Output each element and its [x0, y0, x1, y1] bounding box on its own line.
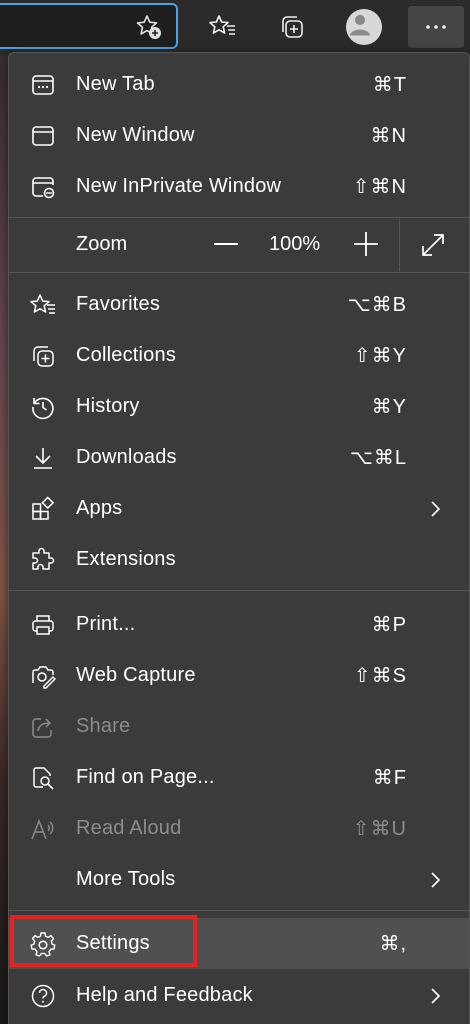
menu-item-more-tools[interactable]: More Tools [9, 854, 469, 905]
history-icon [29, 393, 57, 421]
menu-item-shortcut: ⌥⌘B [347, 294, 407, 316]
menu-item-find-on-page[interactable]: Find on Page... ⌘F [9, 752, 469, 803]
avatar [346, 9, 382, 45]
menu-item-share[interactable]: Share [9, 701, 469, 752]
zoom-control: Zoom 100% [9, 219, 469, 271]
menu-item-label: More Tools [76, 868, 176, 890]
new-tab-icon [29, 71, 57, 99]
menu-item-label: Web Capture [76, 664, 196, 686]
add-favorite-icon[interactable] [136, 14, 162, 40]
menu-item-shortcut: ⌘T [372, 74, 407, 96]
favorites-icon [29, 291, 57, 319]
zoom-divider [399, 219, 400, 271]
collections-icon [29, 342, 57, 370]
menu-item-label: Apps [76, 497, 123, 519]
extensions-icon [29, 546, 57, 574]
menu-item-shortcut: ⌘, [379, 933, 407, 955]
menu-item-label: Share [76, 715, 131, 737]
web-capture-icon [29, 662, 57, 690]
share-icon [29, 713, 57, 741]
menu-item-new-tab[interactable]: New Tab ⌘T [9, 59, 469, 110]
menu-item-label: New InPrivate Window [76, 175, 282, 197]
menu-item-label: Help and Feedback [76, 984, 253, 1006]
fullscreen-icon[interactable] [419, 231, 447, 259]
menu-item-label: Print... [76, 613, 136, 635]
menu-item-label: Extensions [76, 548, 176, 570]
more-icon [426, 25, 446, 29]
menu-item-shortcut: ⌘F [372, 767, 407, 789]
download-icon [29, 444, 57, 472]
new-window-icon [29, 122, 57, 150]
menu-item-shortcut: ⌥⌘L [349, 447, 407, 469]
menu-item-label: Read Aloud [76, 817, 182, 839]
zoom-value: 100% [269, 233, 321, 255]
menu-item-collections[interactable]: Collections ⇧⌘Y [9, 330, 469, 381]
menu-item-shortcut: ⌘P [371, 614, 407, 636]
menu-item-apps[interactable]: Apps [9, 483, 469, 534]
menu-item-web-capture[interactable]: Web Capture ⇧⌘S [9, 650, 469, 701]
menu-item-extensions[interactable]: Extensions [9, 534, 469, 585]
menu-item-favorites[interactable]: Favorites ⌥⌘B [9, 279, 469, 330]
zoom-label: Zoom [76, 233, 128, 255]
browser-menu: New Tab ⌘T New Window ⌘N New InPrivate W… [8, 52, 470, 1024]
chevron-right-icon [431, 988, 441, 1004]
menu-item-history[interactable]: History ⌘Y [9, 381, 469, 432]
menu-divider [9, 910, 469, 911]
zoom-out-button[interactable] [214, 243, 238, 245]
collections-icon [282, 16, 303, 38]
menu-item-downloads[interactable]: Downloads ⌥⌘L [9, 432, 469, 483]
zoom-in-button[interactable] [353, 231, 379, 257]
menu-divider [9, 272, 469, 273]
menu-item-help-and-feedback[interactable]: Help and Feedback [9, 970, 469, 1021]
apps-icon [29, 495, 57, 523]
favorites-icon [209, 15, 235, 35]
menu-item-print[interactable]: Print... ⌘P [9, 599, 469, 650]
menu-item-shortcut: ⇧⌘S [353, 665, 407, 687]
menu-item-label: Collections [76, 344, 177, 366]
browser-toolbar [0, 0, 470, 56]
menu-item-shortcut: ⇧⌘U [352, 818, 407, 840]
menu-item-new-window[interactable]: New Window ⌘N [9, 110, 469, 161]
profile-button[interactable] [339, 6, 389, 48]
menu-item-label: History [76, 395, 140, 417]
find-icon [29, 764, 57, 792]
help-icon [29, 982, 57, 1010]
inprivate-icon [29, 173, 57, 201]
more-button[interactable] [408, 6, 464, 48]
menu-item-label: Favorites [76, 293, 161, 315]
menu-item-shortcut: ⌘Y [371, 396, 407, 418]
menu-item-label: New Window [76, 124, 195, 146]
collections-button[interactable] [267, 6, 317, 48]
menu-divider [9, 590, 469, 591]
chevron-right-icon [431, 872, 441, 888]
menu-item-label: New Tab [76, 73, 155, 95]
read-aloud-icon [29, 815, 57, 843]
menu-item-label: Downloads [76, 446, 177, 468]
menu-item-label: Find on Page... [76, 766, 215, 788]
menu-item-shortcut: ⇧⌘N [352, 176, 407, 198]
menu-item-new-inprivate-window[interactable]: New InPrivate Window ⇧⌘N [9, 161, 469, 212]
highlight-annotation-box [10, 915, 197, 967]
menu-item-shortcut: ⌘N [370, 125, 407, 147]
menu-item-shortcut: ⇧⌘Y [353, 345, 407, 367]
print-icon [29, 611, 57, 639]
menu-item-read-aloud[interactable]: Read Aloud ⇧⌘U [9, 803, 469, 854]
favorites-button[interactable] [198, 6, 248, 48]
address-bar[interactable] [0, 3, 178, 49]
chevron-right-icon [431, 501, 441, 517]
menu-divider [9, 217, 469, 218]
